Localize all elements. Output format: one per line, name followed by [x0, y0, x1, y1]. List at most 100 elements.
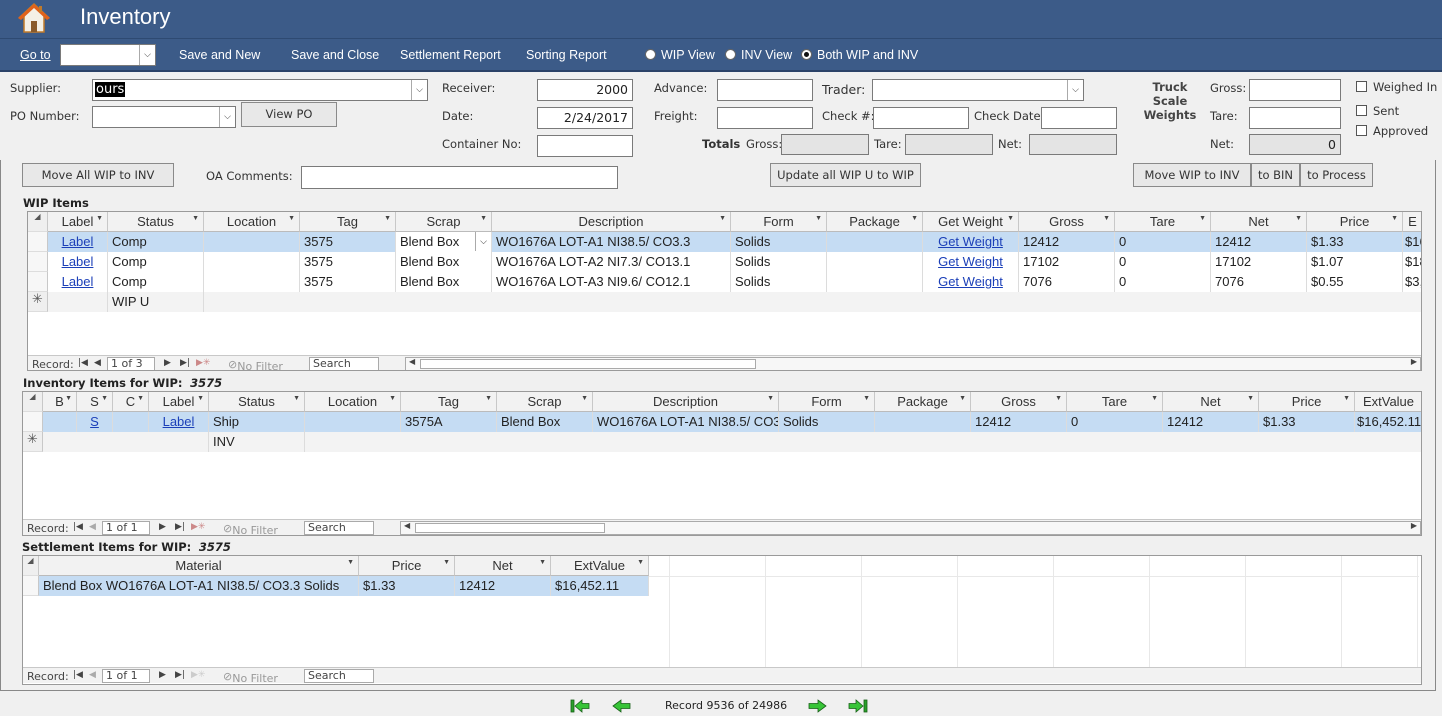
- prev-record-icon[interactable]: ◀: [94, 358, 101, 368]
- price-cell[interactable]: $1.07: [1307, 252, 1403, 272]
- material-cell[interactable]: Blend Box WO1676A LOT-A1 NI38.5/ CO3.3 S…: [39, 576, 359, 596]
- tare-cell[interactable]: 0: [1115, 272, 1211, 292]
- record-position-field[interactable]: 1 of 1: [102, 521, 150, 535]
- tare-cell[interactable]: 0: [1115, 252, 1211, 272]
- col-scrap[interactable]: Scrap ▼: [497, 392, 593, 412]
- col-label[interactable]: Label ▼: [149, 392, 209, 412]
- scrap-cell[interactable]: Blend Box: [396, 252, 492, 272]
- form-cell[interactable]: Solids: [731, 232, 827, 252]
- sort-arrow-icon[interactable]: ▼: [1343, 395, 1350, 402]
- select-all-cell[interactable]: ◢: [28, 212, 48, 232]
- location-cell[interactable]: [204, 252, 300, 272]
- select-all-cell[interactable]: ◢: [23, 392, 43, 412]
- col-net[interactable]: Net ▼: [455, 556, 551, 576]
- previous-record-arrow-icon[interactable]: [612, 699, 632, 713]
- first-record-icon[interactable]: |◀: [73, 522, 83, 532]
- first-record-icon[interactable]: |◀: [78, 358, 88, 368]
- scroll-thumb[interactable]: [420, 359, 756, 369]
- label-link[interactable]: Label: [62, 274, 94, 289]
- status-cell[interactable]: INV: [209, 432, 305, 452]
- location-cell[interactable]: [204, 232, 300, 252]
- location-cell[interactable]: [305, 412, 401, 432]
- sort-arrow-icon[interactable]: ▼: [288, 215, 295, 222]
- no-filter-button[interactable]: ⊘ No Filter: [228, 358, 283, 370]
- horizontal-scrollbar[interactable]: ◀ ▶: [400, 521, 1421, 535]
- get-weight-link[interactable]: Get Weight: [938, 254, 1003, 269]
- sort-arrow-icon[interactable]: ▼: [443, 559, 450, 566]
- truck-gross-field[interactable]: [1249, 79, 1341, 101]
- description-cell[interactable]: WO1676A LOT-A1 NI38.5/ CO3: [593, 412, 779, 432]
- sort-arrow-icon[interactable]: ▼: [192, 215, 199, 222]
- approved-checkbox[interactable]: Approved: [1356, 124, 1428, 138]
- update-all-wip-button[interactable]: Update all WIP U to WIP: [770, 163, 921, 187]
- col-net[interactable]: Net ▼: [1211, 212, 1307, 232]
- gross-cell[interactable]: 12412: [971, 412, 1067, 432]
- sort-arrow-icon[interactable]: ▼: [1391, 215, 1398, 222]
- oa-comments-field[interactable]: [301, 166, 618, 189]
- s-link[interactable]: S: [90, 414, 99, 429]
- sort-arrow-icon[interactable]: ▼: [480, 215, 487, 222]
- sort-arrow-icon[interactable]: ▼: [65, 395, 72, 402]
- prev-record-icon[interactable]: ◀: [89, 522, 96, 532]
- scroll-thumb[interactable]: [415, 523, 605, 533]
- net-cell[interactable]: 12412: [455, 576, 551, 596]
- advance-field[interactable]: [717, 79, 813, 101]
- next-record-icon[interactable]: ▶: [164, 358, 171, 368]
- b-cell[interactable]: [43, 412, 77, 432]
- radio-wip-view[interactable]: WIP View: [645, 48, 715, 62]
- price-cell[interactable]: $0.55: [1307, 272, 1403, 292]
- radio-inv-view[interactable]: INV View: [725, 48, 792, 62]
- status-cell[interactable]: Ship: [209, 412, 305, 432]
- sort-arrow-icon[interactable]: ▼: [485, 395, 492, 402]
- col-price[interactable]: Price ▼: [359, 556, 455, 576]
- form-cell[interactable]: Solids: [779, 412, 875, 432]
- col-net[interactable]: Net ▼: [1163, 392, 1259, 412]
- next-record-icon[interactable]: ▶: [159, 670, 166, 680]
- chevron-down-icon[interactable]: ⌵: [411, 80, 427, 100]
- net-cell[interactable]: 12412: [1163, 412, 1259, 432]
- row-selector[interactable]: [23, 576, 39, 596]
- col-label[interactable]: Label ▼: [48, 212, 108, 232]
- new-record-nav-icon[interactable]: ▶✳: [196, 358, 210, 368]
- scrap-cell[interactable]: Blend Box: [396, 272, 492, 292]
- price-cell[interactable]: $1.33: [1307, 232, 1403, 252]
- record-position-field[interactable]: 1 of 1: [102, 669, 150, 683]
- table-row[interactable]: Blend Box WO1676A LOT-A1 NI38.5/ CO3.3 S…: [23, 576, 649, 596]
- col-get-weight[interactable]: Get Weight ▼: [923, 212, 1019, 232]
- new-record-nav-icon[interactable]: ▶✳: [191, 670, 205, 680]
- sort-arrow-icon[interactable]: ▼: [1151, 395, 1158, 402]
- container-field[interactable]: [537, 135, 633, 157]
- col-status[interactable]: Status ▼: [209, 392, 305, 412]
- scroll-right-icon[interactable]: ▶: [1411, 357, 1417, 366]
- freight-field[interactable]: [717, 107, 813, 129]
- prev-record-icon[interactable]: ◀: [89, 670, 96, 680]
- col-package[interactable]: Package ▼: [827, 212, 923, 232]
- check-date-field[interactable]: [1041, 107, 1117, 129]
- col-form[interactable]: Form ▼: [731, 212, 827, 232]
- sort-arrow-icon[interactable]: ▼: [347, 559, 354, 566]
- sort-arrow-icon[interactable]: ▼: [389, 395, 396, 402]
- search-input[interactable]: Search: [304, 669, 374, 683]
- sort-arrow-icon[interactable]: ▼: [293, 395, 300, 402]
- package-cell[interactable]: [827, 252, 923, 272]
- goto-combo[interactable]: ⌵: [60, 44, 156, 66]
- po-number-combo[interactable]: ⌵: [92, 106, 236, 128]
- chevron-down-icon[interactable]: ⌵: [1067, 80, 1083, 100]
- row-selector[interactable]: [28, 272, 48, 292]
- extvalue-cell[interactable]: $16,452.11: [1355, 412, 1421, 432]
- sort-arrow-icon[interactable]: ▼: [1007, 215, 1014, 222]
- first-record-arrow-icon[interactable]: [570, 699, 590, 713]
- check-number-field[interactable]: [873, 107, 969, 129]
- label-link[interactable]: Label: [62, 254, 94, 269]
- col-location[interactable]: Location ▼: [204, 212, 300, 232]
- col-description[interactable]: Description ▼: [593, 392, 779, 412]
- ext-cell[interactable]: $3,: [1403, 272, 1421, 292]
- search-input[interactable]: Search: [309, 357, 379, 370]
- save-and-close-button[interactable]: Save and Close: [291, 48, 379, 62]
- search-input[interactable]: Search: [304, 521, 374, 535]
- sort-arrow-icon[interactable]: ▼: [863, 395, 870, 402]
- to-process-button[interactable]: to Process: [1300, 163, 1373, 187]
- sort-arrow-icon[interactable]: ▼: [1103, 215, 1110, 222]
- sort-arrow-icon[interactable]: ▼: [959, 395, 966, 402]
- chevron-down-icon[interactable]: ⌵: [139, 45, 155, 65]
